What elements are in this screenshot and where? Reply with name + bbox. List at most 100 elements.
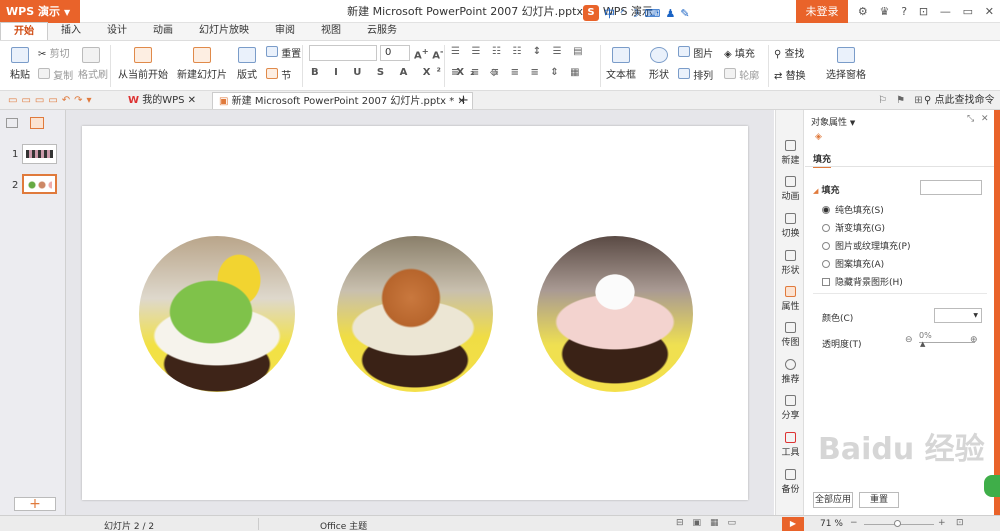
skin-icon[interactable]: ♛ (880, 5, 890, 18)
quick-access-toolbar[interactable]: ▭▭▭▭↶↷▾ (2, 92, 102, 109)
font-size-combo[interactable]: 0 (380, 45, 410, 61)
login-button[interactable]: 未登录 (796, 0, 848, 23)
paste-button[interactable]: 粘贴 (6, 47, 34, 81)
pin-icon[interactable]: ⊡ (919, 5, 928, 18)
side-backup-button[interactable]: 备份 (776, 469, 805, 495)
zoom-in-icon[interactable]: + (938, 518, 946, 528)
slide-thumbnail-1[interactable] (22, 144, 57, 164)
tab-home[interactable]: 开始 (0, 22, 48, 40)
solid-fill-option[interactable]: 纯色填充(S) (822, 203, 884, 216)
slides-view-icon[interactable] (30, 117, 44, 129)
add-slide-button[interactable]: + (14, 497, 56, 511)
picture-icon (678, 46, 690, 57)
radio-checked-icon (822, 206, 830, 214)
picture-fill-option[interactable]: 图片或纹理填充(P) (822, 239, 910, 252)
outline-button[interactable]: 轮廓 (724, 67, 759, 82)
side-transition-button[interactable]: 切换 (776, 213, 805, 239)
apply-all-button[interactable]: 全部应用 (813, 492, 853, 508)
hide-background-checkbox[interactable]: 隐藏背景图形(H) (822, 275, 903, 288)
side-property-button[interactable]: 属性 (776, 286, 805, 312)
reset-button[interactable]: 重置 (266, 45, 301, 60)
minus-icon[interactable]: ⊖ (905, 335, 913, 345)
cupcake-green-apple-photo[interactable] (139, 236, 295, 392)
slide-thumbnail-2[interactable] (22, 174, 57, 194)
replace-button[interactable]: ⇄ 替换 (774, 67, 806, 82)
section-button[interactable]: 节 (266, 67, 291, 82)
slider-thumb-icon[interactable]: ▲ (920, 340, 925, 348)
gradient-fill-option[interactable]: 渐变填充(G) (822, 221, 885, 234)
new-tab-plus-icon[interactable]: + (452, 92, 475, 109)
tab-view[interactable]: 视图 (308, 22, 354, 40)
tab-my-wps[interactable]: W 我的WPS ✕ (122, 92, 202, 109)
floating-badge[interactable] (984, 475, 1000, 497)
tab-design[interactable]: 设计 (94, 22, 140, 40)
new-slide-button[interactable]: 新建幻灯片 (174, 47, 230, 81)
fill-button[interactable]: ◈ 填充 (724, 45, 755, 60)
textbox-button[interactable]: 文本框 (606, 47, 636, 81)
play-slideshow-icon[interactable]: ▶ (782, 517, 804, 531)
paste-icon (11, 47, 29, 63)
select-pane-button[interactable]: 选择窗格 (826, 47, 866, 81)
from-current-button[interactable]: 从当前开始 (116, 47, 170, 81)
tab-my-wps-label: 我的WPS (142, 95, 185, 106)
tab-cloud[interactable]: 云服务 (354, 22, 410, 40)
app-menu-button[interactable]: WPS 演示 ▼ (0, 0, 80, 23)
format-painter-button[interactable]: 格式刷 (78, 47, 108, 81)
tab-review[interactable]: 审阅 (262, 22, 308, 40)
ime-toolbar[interactable]: S 中 ᐟ ☽ ⌨ ♟ ✎ (583, 5, 713, 21)
zoom-slider-thumb[interactable] (894, 520, 901, 527)
maximize-icon[interactable]: ▭ (963, 5, 973, 18)
color-picker[interactable]: ▼ (934, 308, 982, 323)
minimize-icon[interactable]: — (940, 5, 951, 18)
find-button[interactable]: ⚲ 查找 (774, 45, 805, 60)
search-command[interactable]: ⚲ 点此查找命令 (918, 92, 1000, 109)
tab-insert[interactable]: 插入 (48, 22, 94, 40)
list-buttons[interactable]: ☰ ☰ ☷ ☷ ↕ ☰ ▤ (451, 46, 587, 57)
side-upload-image-button[interactable]: 传图 (776, 322, 805, 348)
close-icon[interactable]: ✕ (188, 95, 196, 106)
pattern-fill-option[interactable]: 图案填充(A) (822, 257, 884, 270)
pane-header[interactable]: 对象属性 ▼ (811, 115, 855, 128)
layout-button[interactable]: 版式 (234, 47, 260, 81)
pane-scrollbar[interactable] (994, 110, 1000, 515)
tab-slideshow[interactable]: 幻灯片放映 (186, 22, 262, 40)
font-name-combo[interactable] (309, 45, 377, 61)
search-icon: ⚲ (924, 95, 932, 106)
side-new-button[interactable]: 新建 (776, 140, 805, 166)
arrange-button[interactable]: 排列 (678, 67, 713, 82)
fit-window-icon[interactable]: ⊡ (956, 518, 964, 528)
grow-font-icon[interactable]: A+ A- (414, 46, 443, 61)
transparency-slider[interactable] (919, 342, 975, 343)
fill-section-header[interactable]: ◢ 填充 (813, 183, 840, 196)
view-mode-buttons[interactable]: ⊟▣▦▭ (676, 518, 745, 528)
gradient-fill-label: 渐变填充(G) (835, 224, 885, 234)
close-icon[interactable]: ✕ (981, 114, 989, 124)
tab-document[interactable]: ▣ 新建 Microsoft PowerPoint 2007 幻灯片.pptx … (212, 92, 473, 109)
close-icon[interactable]: ✕ (985, 5, 994, 18)
side-share-button[interactable]: 分享 (776, 395, 805, 421)
side-shape-button[interactable]: 形状 (776, 250, 805, 276)
tab-animation[interactable]: 动画 (140, 22, 186, 40)
plus-icon[interactable]: ⊕ (970, 335, 978, 345)
document-tab-bar: ▭▭▭▭↶↷▾ W 我的WPS ✕ ▣ 新建 Microsoft PowerPo… (0, 91, 1000, 110)
copy-button[interactable]: 复制 (38, 67, 73, 82)
outline-view-icon[interactable] (6, 118, 18, 128)
align-buttons[interactable]: ≡ ≡ ≡ ≡ ≡ ⇕ ▦ (451, 67, 584, 78)
side-recommend-button[interactable]: 推荐 (776, 359, 805, 385)
side-animation-button[interactable]: 动画 (776, 176, 805, 202)
slide[interactable] (82, 126, 748, 500)
toolbox-icon (785, 432, 796, 443)
reset-background-button[interactable]: 重置 (859, 492, 899, 508)
cupcake-mooncake-photo[interactable] (337, 236, 493, 392)
pin-icon[interactable]: ⤡ (967, 114, 974, 124)
zoom-out-icon[interactable]: − (850, 518, 858, 528)
divider (110, 45, 111, 87)
cut-button[interactable]: ✂ 剪切 (38, 45, 70, 60)
help-icon[interactable]: ? (901, 5, 907, 18)
cupcake-rabbit-photo[interactable] (537, 236, 693, 392)
settings-icon[interactable]: ⚙ (858, 5, 868, 18)
divider (258, 518, 259, 530)
shape-button[interactable]: 形状 (646, 47, 672, 81)
picture-button[interactable]: 图片 (678, 45, 713, 60)
side-tools-button[interactable]: 工具 (776, 432, 805, 458)
